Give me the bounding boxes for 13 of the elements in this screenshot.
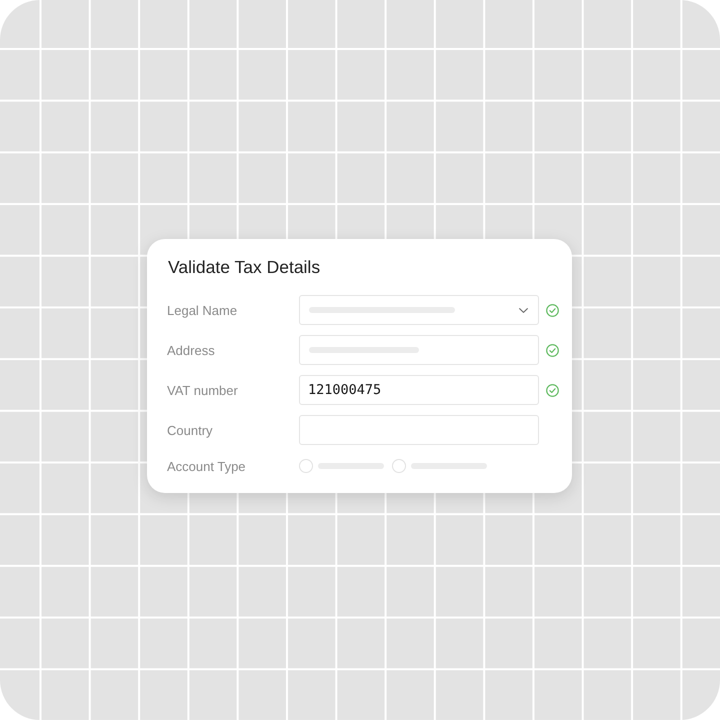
card-title: Validate Tax Details — [168, 256, 322, 278]
field-label: Address — [167, 342, 215, 358]
radio-button[interactable] — [299, 459, 313, 473]
field-label: VAT number — [167, 382, 238, 398]
text-field[interactable] — [299, 335, 539, 365]
dropdown-field[interactable] — [299, 295, 539, 325]
field-label: Country — [167, 422, 213, 438]
field-label: Legal Name — [167, 302, 238, 318]
text-field[interactable] — [299, 415, 539, 445]
chevron-down-icon — [519, 308, 528, 312]
field-label: Account Type — [167, 458, 246, 474]
text-field[interactable]: 121000475 — [299, 375, 539, 405]
radio-button[interactable] — [392, 459, 406, 473]
